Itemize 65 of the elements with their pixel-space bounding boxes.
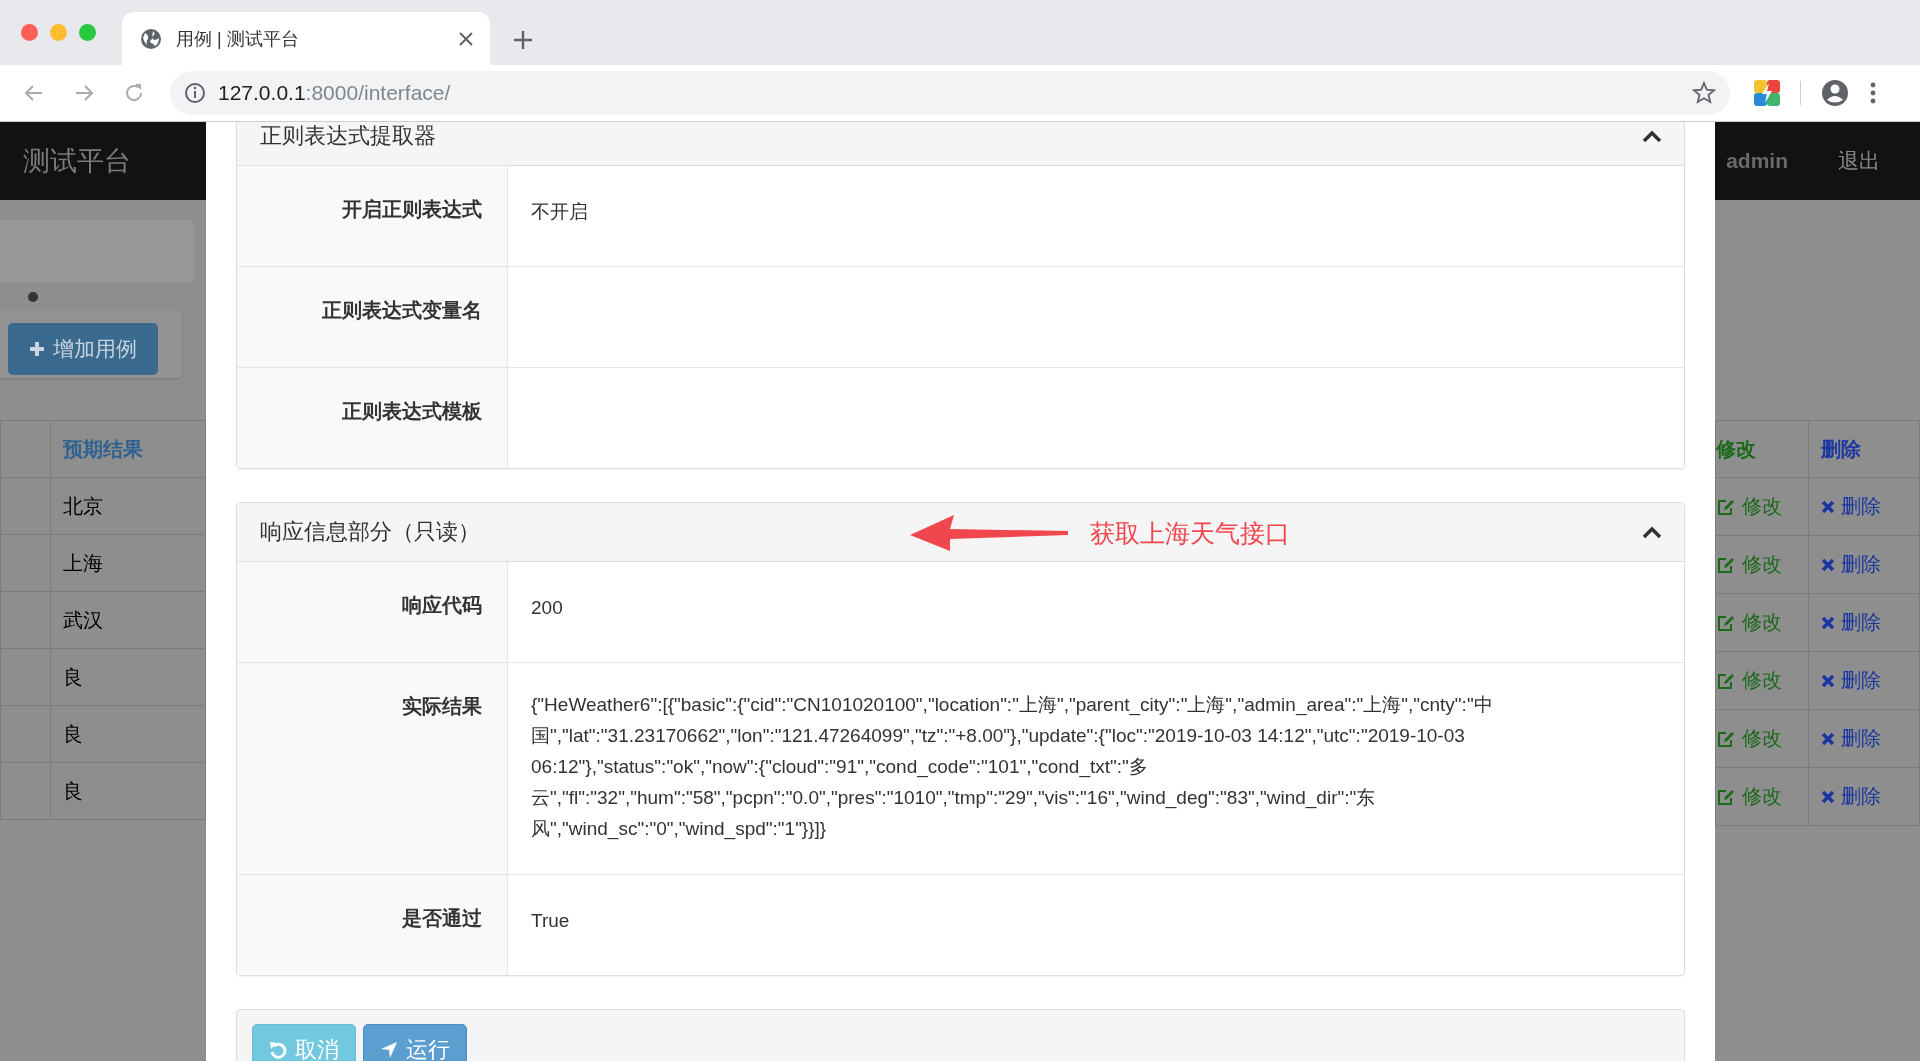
url-text: 127.0.0.1:8000/interface/ — [218, 81, 452, 105]
field-value: 不开启 — [530, 200, 588, 224]
edit-icon — [1716, 497, 1736, 516]
info-icon[interactable] — [184, 82, 206, 104]
field-label: 实际结果 — [237, 663, 508, 874]
table-cell: 武汉 — [50, 591, 206, 649]
x-icon — [1821, 615, 1835, 630]
table-cell: 良 — [50, 705, 206, 763]
field-label: 开启正则表达式 — [237, 166, 508, 266]
tab-title: 用例 | 测试平台 — [176, 27, 300, 51]
table-cell: 北京 — [50, 477, 206, 535]
user-name[interactable]: admin — [1726, 149, 1788, 173]
table-cell: 良 — [50, 762, 206, 820]
edit-icon — [1716, 729, 1736, 748]
x-icon — [1821, 499, 1835, 514]
field-value: True — [530, 909, 570, 933]
edit-link[interactable]: 修改 — [1716, 536, 1808, 593]
table-cell: 上海 — [50, 534, 206, 592]
column-header: 预期结果 — [50, 420, 206, 478]
x-icon — [1821, 731, 1835, 746]
edit-link[interactable]: 修改 — [1716, 594, 1808, 651]
field-label: 正则表达式变量名 — [237, 267, 508, 367]
cancel-button[interactable]: 取消 — [252, 1024, 356, 1061]
add-case-button[interactable]: 增加用例 — [8, 323, 158, 375]
new-tab-icon[interactable] — [512, 29, 534, 51]
field-value: {"HeWeather6":[{"basic":{"cid":"CN101020100","location":"上海","parent_city":"上海","admin_area":"上海","cnty":"中国","lat":"31.23170662","lon":"121.47264099","tz":"+8.00"},"update":{"loc":"2019-10-03 14:12","utc":"2019-10-03 06:12"},"status":"ok","now":{"cloud":"91","cond_code":"101","cond_txt":"多云","fl":"32","hum":"58","pcpn":"0.0","pres":"1010","tmp":"29","vis":"16","wind_deg":"83","wind_dir":"东风","wind_sc":"0","wind_spd":"1"}}]} — [530, 693, 1494, 842]
field-value: 200 — [530, 596, 563, 620]
menu-icon[interactable] — [1869, 81, 1877, 105]
globe-icon — [140, 27, 162, 50]
caret-up-icon[interactable] — [1642, 525, 1662, 539]
column-header: 删除 — [1808, 420, 1920, 478]
logout-link[interactable]: 退出 — [1838, 147, 1880, 175]
field-label: 响应代码 — [237, 562, 508, 662]
table-cell: 良 — [50, 648, 206, 706]
plus-icon — [29, 341, 45, 357]
brand-title[interactable]: 测试平台 — [0, 143, 131, 179]
column-header: 修改 — [1715, 420, 1809, 478]
profile-icon[interactable] — [1821, 79, 1849, 107]
panel-title: 响应信息部分（只读） — [260, 518, 480, 546]
edit-link[interactable]: 修改 — [1716, 768, 1808, 825]
edit-icon — [1716, 671, 1736, 690]
field-label: 正则表达式模板 — [237, 368, 508, 468]
browser-tab[interactable]: 用例 | 测试平台 — [122, 12, 490, 65]
arrow-icon — [910, 513, 1068, 553]
bullet-icon — [28, 292, 38, 302]
x-icon — [1821, 673, 1835, 688]
field-label: 是否通过 — [237, 875, 508, 975]
address-bar[interactable]: 127.0.0.1:8000/interface/ — [170, 71, 1730, 115]
star-icon[interactable] — [1692, 81, 1716, 105]
edit-icon — [1716, 613, 1736, 632]
caret-up-icon[interactable] — [1642, 129, 1662, 143]
close-icon[interactable] — [458, 30, 474, 47]
x-icon — [1821, 789, 1835, 804]
run-button[interactable]: 运行 — [363, 1024, 467, 1061]
edit-icon — [1716, 555, 1736, 574]
extension-icon[interactable] — [1754, 80, 1780, 106]
x-icon — [1821, 557, 1835, 572]
panel-title: 正则表达式提取器 — [260, 122, 436, 150]
edit-link[interactable]: 修改 — [1716, 478, 1808, 535]
annotation-text: 获取上海天气接口 — [1090, 517, 1290, 549]
undo-icon — [269, 1041, 287, 1059]
edit-link[interactable]: 修改 — [1716, 710, 1808, 767]
send-icon — [380, 1041, 398, 1059]
edit-icon — [1716, 787, 1736, 806]
edit-link[interactable]: 修改 — [1716, 652, 1808, 709]
